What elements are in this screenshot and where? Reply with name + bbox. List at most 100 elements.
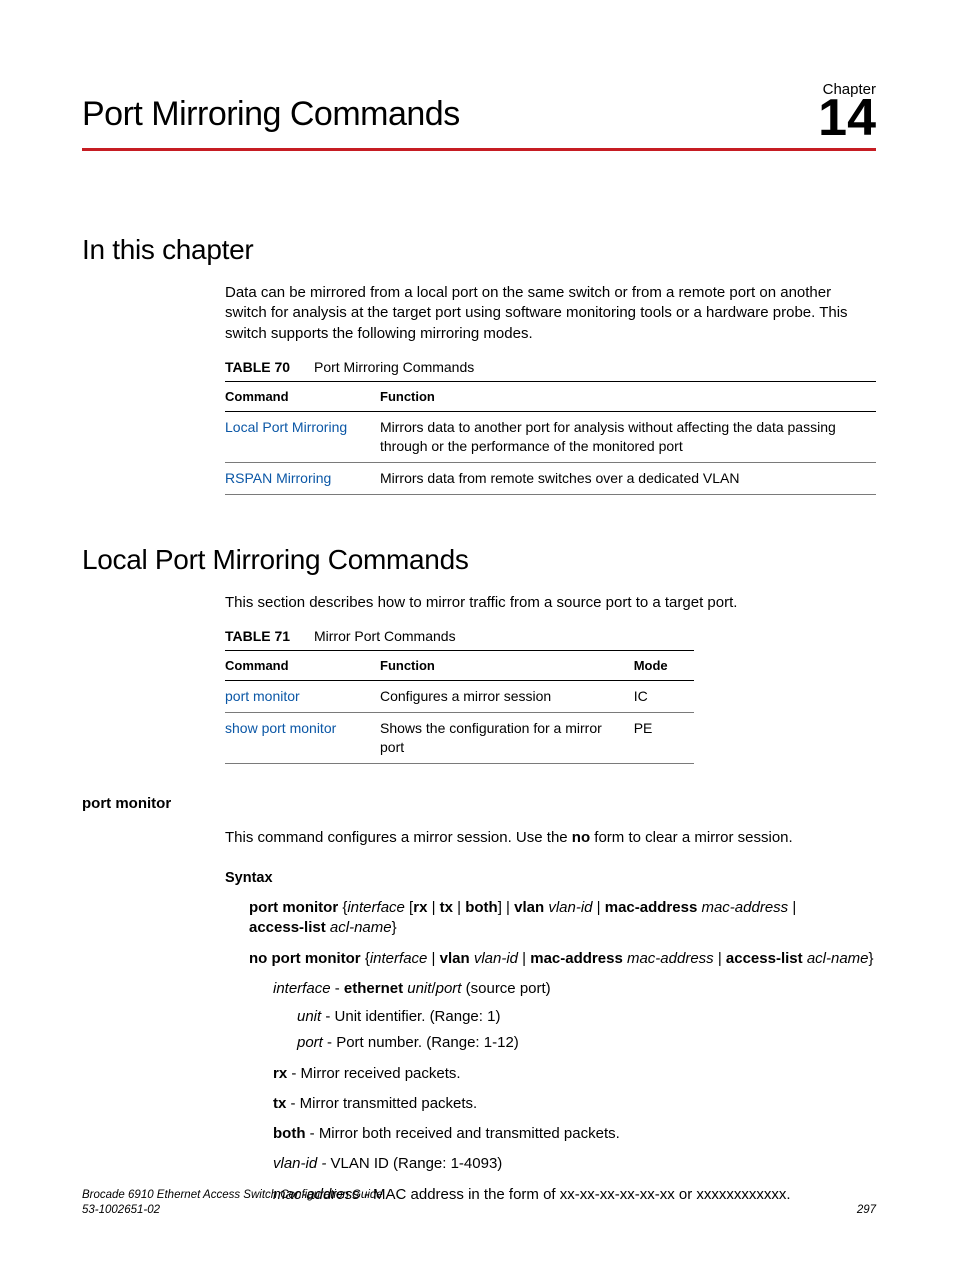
table-number: TABLE 71: [225, 628, 290, 644]
section-body: Data can be mirrored from a local port o…: [225, 283, 876, 495]
page-footer: Brocade 6910 Ethernet Access Switch Conf…: [82, 1188, 876, 1219]
arg: acl-name: [807, 950, 869, 967]
arg: acl-name: [330, 919, 392, 936]
kw: vlan: [440, 950, 470, 967]
arg: vlan-id -: [273, 1155, 331, 1172]
kw: no port monitor: [249, 950, 361, 967]
table-row: port monitor Configures a mirror session…: [225, 681, 694, 713]
footer-page-number: 297: [857, 1203, 876, 1219]
col-command: Command: [225, 381, 380, 412]
arg: interface: [347, 899, 405, 916]
section-body-2: This section describes how to mirror tra…: [225, 593, 876, 764]
cell-mode: IC: [634, 681, 694, 713]
cell-mode: PE: [634, 713, 694, 764]
col-function: Function: [380, 650, 634, 681]
cell-function: Shows the configuration for a mirror por…: [380, 713, 634, 764]
txt: - Mirror received packets.: [287, 1065, 460, 1082]
intro-paragraph: Data can be mirrored from a local port o…: [225, 283, 876, 344]
footer-line-2: 53-1002651-02: [82, 1204, 160, 1216]
desc-text: form to clear a mirror session.: [590, 829, 793, 846]
kw: mac-address: [605, 899, 698, 916]
table-70: Command Function Local Port Mirroring Mi…: [225, 381, 876, 495]
punct: ] |: [498, 899, 514, 916]
syntax-line-1: port monitor {interface [rx | tx | both]…: [249, 898, 876, 939]
punct: |: [518, 950, 530, 967]
syntax-label: Syntax: [225, 869, 876, 889]
param-interface: interface - ethernet unit/port (source p…: [273, 979, 876, 999]
desc-no: no: [572, 829, 590, 846]
col-function: Function: [380, 381, 876, 412]
link-local-port-mirroring[interactable]: Local Port Mirroring: [225, 419, 347, 435]
txt: - Port number. (Range: 1-12): [323, 1034, 519, 1051]
param-port: port - Port number. (Range: 1-12): [297, 1033, 876, 1053]
table-row: show port monitor Shows the configuratio…: [225, 713, 694, 764]
arg: interface: [370, 950, 428, 967]
intro-paragraph-2: This section describes how to mirror tra…: [225, 593, 876, 613]
command-heading-port-monitor: port monitor: [82, 794, 876, 814]
punct: {: [361, 950, 370, 967]
table-number: TABLE 70: [225, 359, 290, 375]
syntax-block: port monitor {interface [rx | tx | both]…: [249, 898, 876, 1205]
table-row: RSPAN Mirroring Mirrors data from remote…: [225, 463, 876, 495]
arg: vlan-id: [474, 950, 518, 967]
kw: tx: [273, 1095, 286, 1112]
punct: |: [453, 899, 465, 916]
punct: }: [392, 919, 397, 936]
col-command: Command: [225, 650, 380, 681]
section-local-port-mirroring: Local Port Mirroring Commands: [82, 541, 876, 579]
table-title: Port Mirroring Commands: [314, 359, 474, 375]
param-vlan-id: vlan-id - VLAN ID (Range: 1-4093): [273, 1154, 876, 1174]
punct: |: [427, 950, 439, 967]
page: Chapter Port Mirroring Commands 14 In th…: [0, 0, 954, 1263]
table-header-row: Command Function Mode: [225, 650, 694, 681]
desc-text: This command configures a mirror session…: [225, 829, 572, 846]
punct: |: [714, 950, 726, 967]
param-both: both - Mirror both received and transmit…: [273, 1124, 876, 1144]
param-unit: unit - Unit identifier. (Range: 1): [297, 1007, 876, 1027]
arg: unit: [297, 1008, 321, 1025]
txt: - Mirror transmitted packets.: [286, 1095, 477, 1112]
syntax-line-2: no port monitor {interface | vlan vlan-i…: [249, 949, 876, 969]
punct: |: [788, 899, 796, 916]
txt: VLAN ID (Range: 1-4093): [331, 1155, 503, 1172]
cell-function: Mirrors data from remote switches over a…: [380, 463, 876, 495]
link-port-monitor[interactable]: port monitor: [225, 688, 300, 704]
arg: port: [436, 980, 462, 997]
arg: vlan-id: [548, 899, 592, 916]
txt: -: [331, 980, 344, 997]
arg: unit: [407, 980, 431, 997]
link-show-port-monitor[interactable]: show port monitor: [225, 720, 336, 736]
arg: mac-address: [627, 950, 714, 967]
kw: both: [465, 899, 497, 916]
kw: rx: [273, 1065, 287, 1082]
footer-line-1: Brocade 6910 Ethernet Access Switch Conf…: [82, 1189, 383, 1201]
table-title: Mirror Port Commands: [314, 628, 456, 644]
param-rx: rx - Mirror received packets.: [273, 1064, 876, 1084]
kw: ethernet: [344, 980, 403, 997]
section-in-this-chapter: In this chapter: [82, 231, 876, 269]
txt: - Unit identifier. (Range: 1): [321, 1008, 500, 1025]
table-71-caption: TABLE 71 Mirror Port Commands: [225, 627, 876, 646]
kw: tx: [440, 899, 453, 916]
table-70-caption: TABLE 70 Port Mirroring Commands: [225, 358, 876, 377]
header-rule: [82, 148, 876, 151]
kw: access-list: [726, 950, 803, 967]
chapter-header: Port Mirroring Commands 14: [82, 90, 876, 144]
txt: - Mirror both received and transmitted p…: [305, 1125, 619, 1142]
link-rspan-mirroring[interactable]: RSPAN Mirroring: [225, 470, 331, 486]
footer-title: Brocade 6910 Ethernet Access Switch Conf…: [82, 1188, 383, 1219]
col-mode: Mode: [634, 650, 694, 681]
kw: mac-address: [530, 950, 623, 967]
arg: port: [297, 1034, 323, 1051]
kw: both: [273, 1125, 305, 1142]
command-description: This command configures a mirror session…: [225, 828, 876, 848]
param-tx: tx - Mirror transmitted packets.: [273, 1094, 876, 1114]
chapter-number: 14: [818, 92, 876, 144]
cell-function: Configures a mirror session: [380, 681, 634, 713]
kw: port monitor: [249, 899, 338, 916]
cell-function: Mirrors data to another port for analysi…: [380, 412, 876, 463]
punct: |: [593, 899, 605, 916]
kw: access-list: [249, 919, 326, 936]
kw: rx: [413, 899, 427, 916]
punct: {: [338, 899, 347, 916]
